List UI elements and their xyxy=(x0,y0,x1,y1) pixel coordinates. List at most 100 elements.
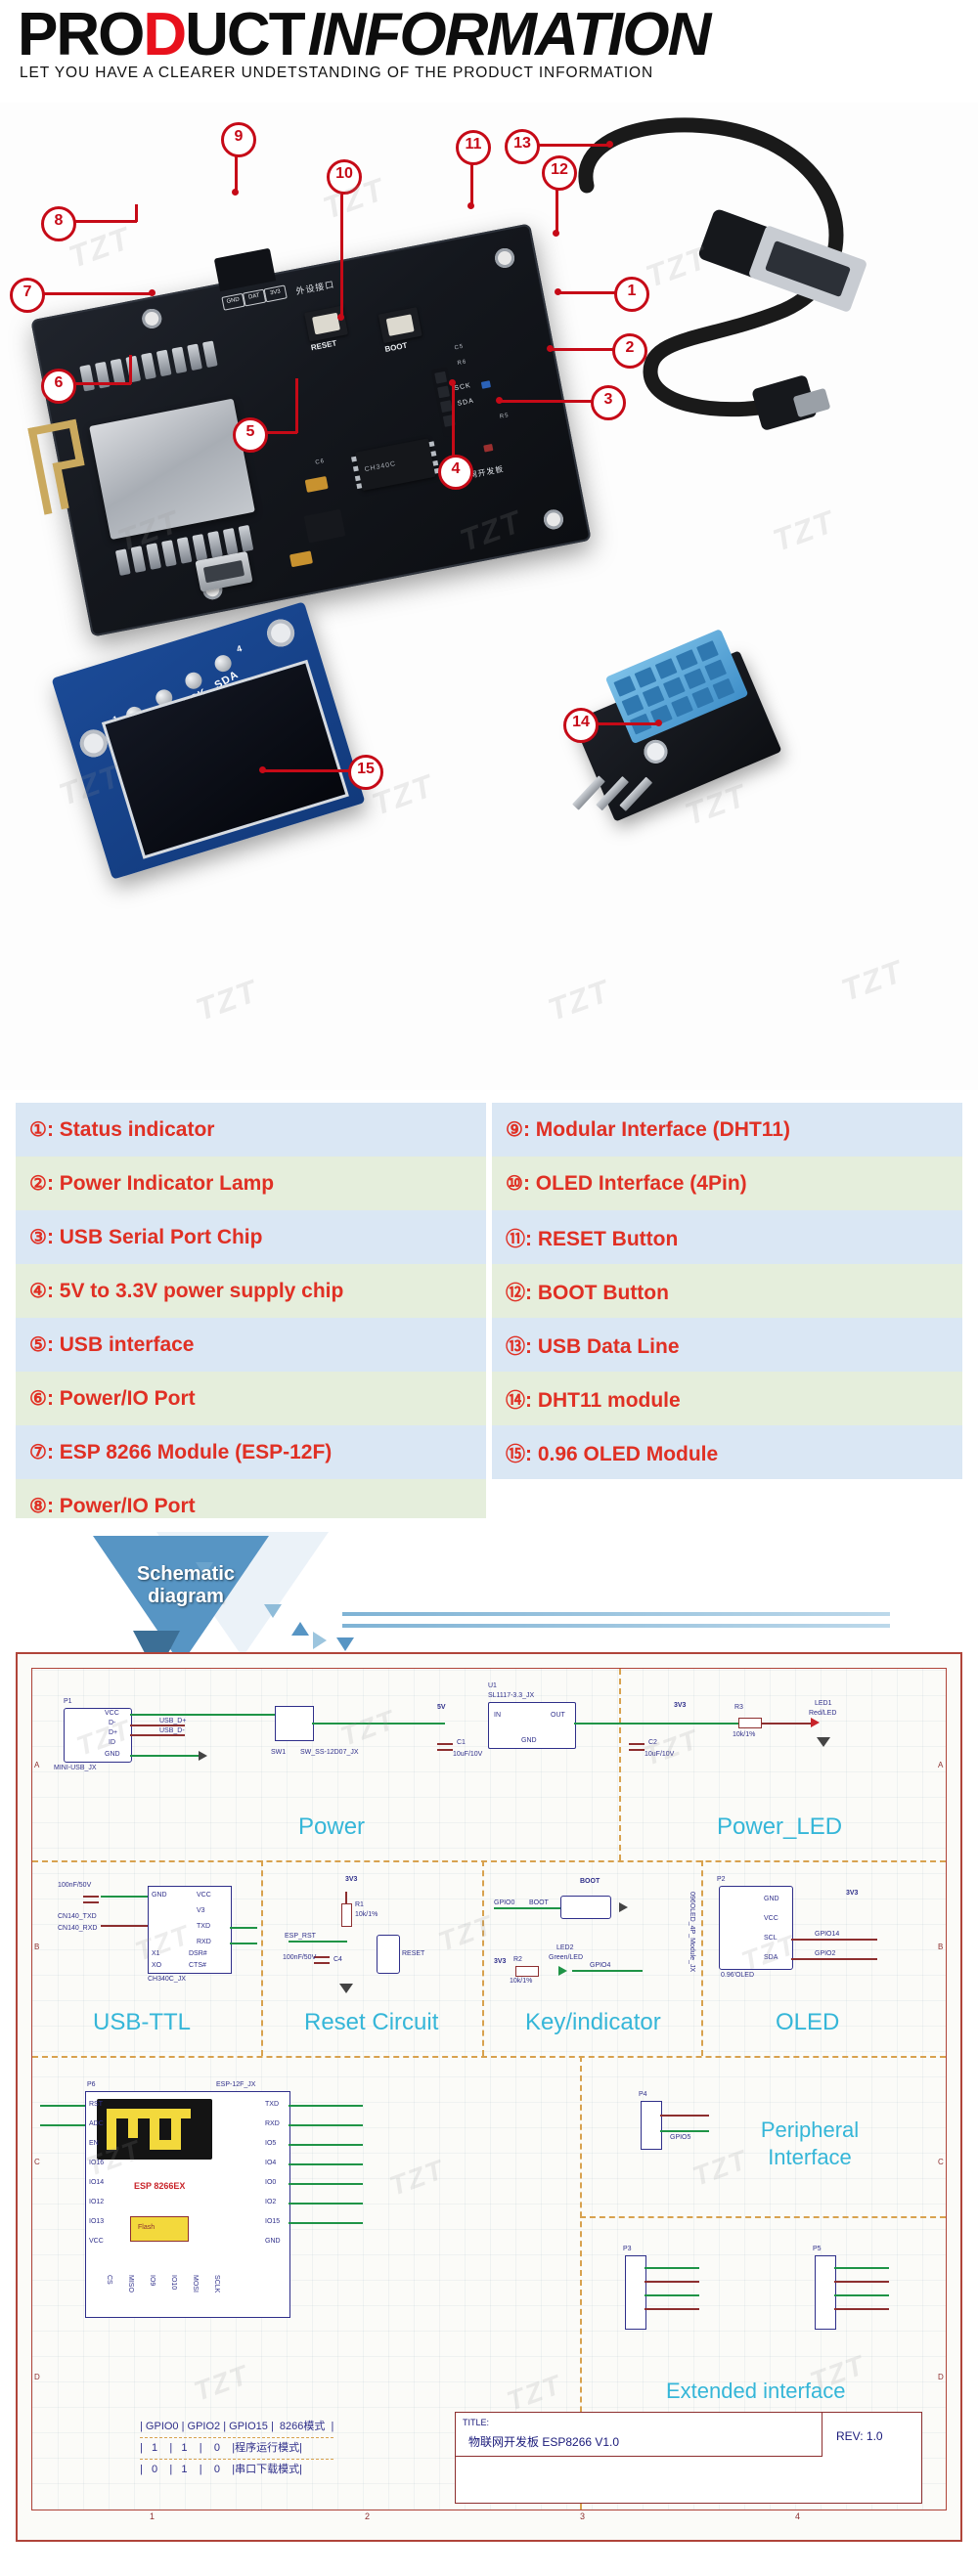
ch340-pin-x1: X1 xyxy=(152,1950,160,1957)
usb-pin-id: ID xyxy=(109,1739,115,1746)
mount-hole xyxy=(640,736,672,767)
ext-refdes-2: P5 xyxy=(813,2246,822,2252)
table-divider xyxy=(140,2437,334,2438)
r1-refdes: R1 xyxy=(355,1901,364,1908)
legend-text: : ESP 8266 Module (ESP-12F) xyxy=(46,1441,333,1463)
sensor-vent-grid xyxy=(613,640,735,735)
legend-num: ① xyxy=(29,1119,47,1141)
table-divider xyxy=(140,2459,334,2460)
wire xyxy=(345,1892,347,1903)
schematic-sheet: Power Power_LED USB-TTL Reset Circuit Ke… xyxy=(16,1652,962,2542)
net-3v3-reset: 3V3 xyxy=(345,1876,358,1883)
led2-refdes: LED2 xyxy=(556,1944,574,1951)
title-part-pro: PRO xyxy=(18,1,145,68)
section-divider xyxy=(32,2056,946,2058)
oled-pin-sda: SDA xyxy=(764,1954,778,1961)
table-row: ③: USB Serial Port Chip ⑪: RESET Button xyxy=(16,1210,962,1264)
section-divider xyxy=(32,1860,946,1862)
led1-symbol xyxy=(811,1718,820,1727)
wire xyxy=(762,1723,811,1725)
esp-pin-io14: IO14 xyxy=(89,2179,105,2186)
wire xyxy=(130,1714,275,1716)
callout-7: 7 xyxy=(10,278,45,313)
ch340-pin-xo: XO xyxy=(152,1962,162,1969)
schematic-banner: Schematic diagram xyxy=(0,1518,978,1676)
esp-pin-cs: CS xyxy=(106,2275,112,2285)
gpio-r1c0: 0 xyxy=(152,2464,158,2475)
section-label-oled: OLED xyxy=(776,2009,840,2035)
ldo-refdes: U1 xyxy=(488,1682,497,1689)
gpio-h2: GPIO15 xyxy=(229,2421,268,2432)
wire xyxy=(289,2105,363,2107)
decor-triangle xyxy=(313,1632,327,1649)
esp-chip-label: ESP 8266EX xyxy=(134,2181,186,2191)
callout-11: 11 xyxy=(456,130,491,165)
esp-pin-io13: IO13 xyxy=(89,2218,105,2225)
callout-lead xyxy=(135,204,138,222)
legend-num: ② xyxy=(29,1173,47,1195)
callout-dot xyxy=(655,720,662,726)
usb-refdes: P1 xyxy=(64,1698,72,1705)
net-usb-dp: USB_D+ xyxy=(159,1718,187,1725)
callout-5: 5 xyxy=(233,417,268,453)
legend-text: : Power/IO Port xyxy=(46,1495,196,1517)
banner-line-1: Schematic xyxy=(136,1563,236,1585)
wire xyxy=(289,2183,363,2185)
wire xyxy=(645,2294,699,2296)
callout-dot xyxy=(496,397,503,404)
r3-symbol xyxy=(738,1718,762,1728)
esp-pin-io10: IO10 xyxy=(170,2275,177,2291)
extended-connector-1 xyxy=(625,2255,646,2330)
ch340-pin-dsr: DSR# xyxy=(189,1950,207,1957)
esp-pin-mosi: MOSI xyxy=(192,2275,199,2292)
gnd-symbol xyxy=(817,1737,830,1747)
callout-dot xyxy=(553,230,559,237)
net-3v3-oled: 3V3 xyxy=(846,1890,859,1897)
callout-lead xyxy=(295,378,298,433)
gpio-h1: GPIO2 xyxy=(187,2421,221,2432)
r1-symbol xyxy=(341,1903,352,1927)
c2-refdes: C2 xyxy=(648,1739,657,1746)
section-divider xyxy=(619,1669,621,1860)
oled-silk-pin4: 4 xyxy=(235,642,244,655)
legend-num: ⑫ xyxy=(506,1283,525,1304)
section-label-power: Power xyxy=(298,1813,366,1840)
legend-text: : Power/IO Port xyxy=(46,1387,196,1410)
wire xyxy=(289,2163,363,2165)
legend-text: : Status indicator xyxy=(46,1118,215,1141)
gpio-mode-table: | GPIO0 | GPIO2 | GPIO15 | 8266模式 | | 1 … xyxy=(140,2418,334,2479)
callout-lead xyxy=(550,348,614,351)
border-ref-c: C xyxy=(34,2158,40,2166)
ch340c-name: CH340C_JX xyxy=(148,1976,186,1983)
callout-dot xyxy=(467,202,474,209)
esp-flash-label: Flash xyxy=(138,2224,156,2231)
legend-cell-4: ④: 5V to 3.3V power supply chip xyxy=(16,1264,486,1318)
gnd-symbol xyxy=(339,1984,353,1993)
wire xyxy=(101,1896,148,1898)
callout-2: 2 xyxy=(612,333,647,369)
section-divider xyxy=(701,1860,703,2056)
callout-3: 3 xyxy=(591,385,626,420)
wire xyxy=(660,2130,709,2132)
legend-grid: ①: Status indicator ⑨: Modular Interface… xyxy=(16,1103,962,1533)
legend-num: ⑩ xyxy=(506,1173,523,1195)
wire xyxy=(289,2222,363,2224)
wire xyxy=(130,1734,185,1736)
legend-num: ③ xyxy=(29,1227,47,1248)
oled-screen xyxy=(101,659,349,859)
table-row: ④: 5V to 3.3V power supply chip ⑫: BOOT … xyxy=(16,1264,962,1318)
esp-pin-io12: IO12 xyxy=(89,2199,105,2205)
ldo-name: SL1117-3.3_JX xyxy=(488,1692,535,1699)
c4-value: 100nF/50V xyxy=(283,1954,317,1961)
ldo-pin-in: IN xyxy=(494,1712,501,1719)
legend-cell-14: ⑭: DHT11 module xyxy=(492,1372,962,1425)
oled-module-image: GND VDD SCK SDA 1 4 xyxy=(51,601,366,880)
net-gpio0: GPIO0 xyxy=(494,1899,515,1906)
callout-lead xyxy=(129,355,132,384)
wire xyxy=(572,1970,643,1972)
legend-num: ⑮ xyxy=(506,1444,525,1465)
callout-9: 9 xyxy=(221,122,256,157)
esp-pin-rst: RST xyxy=(89,2101,103,2108)
gpio-h3: 8266模式 xyxy=(279,2421,326,2432)
reset-switch-symbol xyxy=(377,1935,400,1974)
